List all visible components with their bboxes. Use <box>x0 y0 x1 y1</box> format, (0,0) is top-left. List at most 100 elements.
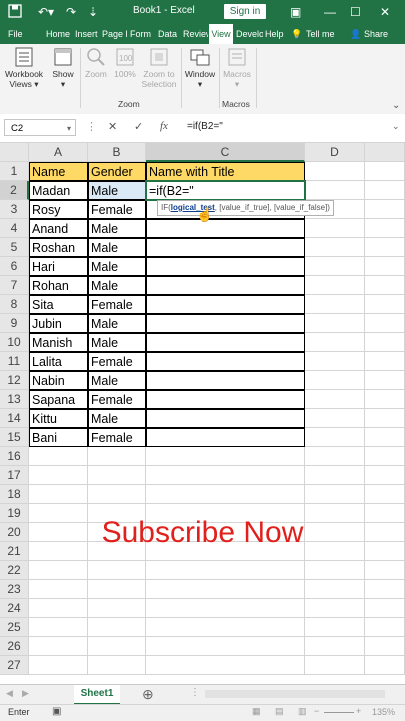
cell-c25[interactable] <box>146 618 305 637</box>
cell-d5[interactable] <box>305 238 365 257</box>
cell-a15[interactable]: Bani <box>29 428 88 447</box>
cell-d7[interactable] <box>305 276 365 295</box>
cell-b3[interactable]: Female <box>88 200 146 219</box>
share-button[interactable]: Share <box>364 24 396 44</box>
cell-e7[interactable] <box>365 276 405 295</box>
cell-c18[interactable] <box>146 485 305 504</box>
cell-a8[interactable]: Sita <box>29 295 88 314</box>
cell-d12[interactable] <box>305 371 365 390</box>
zoom-to-selection-button[interactable]: Zoom to Selection <box>139 46 179 89</box>
tab-developer[interactable]: Develo <box>236 24 263 44</box>
cell-b9[interactable]: Male <box>88 314 146 333</box>
cell-a16[interactable] <box>29 447 88 466</box>
row-header[interactable]: 5 <box>0 238 29 257</box>
row-header[interactable]: 6 <box>0 257 29 276</box>
active-cell-c2[interactable] <box>145 180 306 201</box>
normal-view-icon[interactable]: ▦ <box>252 706 261 717</box>
cell-a12[interactable]: Nabin <box>29 371 88 390</box>
cell-e23[interactable] <box>365 580 405 599</box>
window-button[interactable]: Window ▾ <box>183 46 217 90</box>
cell-e12[interactable] <box>365 371 405 390</box>
cell-d24[interactable] <box>305 599 365 618</box>
row-header[interactable]: 9 <box>0 314 29 333</box>
maximize-icon[interactable]: ☐ <box>350 4 361 20</box>
row-header[interactable]: 15 <box>0 428 29 447</box>
cell-e27[interactable] <box>365 656 405 675</box>
cell-a13[interactable]: Sapana <box>29 390 88 409</box>
zoom-100-button[interactable]: 100 100% <box>112 46 138 79</box>
cell-a25[interactable] <box>29 618 88 637</box>
cell-b14[interactable]: Male <box>88 409 146 428</box>
cell-a6[interactable]: Hari <box>29 257 88 276</box>
close-icon[interactable]: ✕ <box>380 4 390 20</box>
sheet-tab-sheet1[interactable]: Sheet1 <box>74 685 120 705</box>
cell-e22[interactable] <box>365 561 405 580</box>
cell-c11[interactable] <box>146 352 305 371</box>
cell-a10[interactable]: Manish <box>29 333 88 352</box>
macros-button[interactable]: Macros ▾ <box>221 46 253 90</box>
name-box-dropdown-icon[interactable]: ▾ <box>67 120 71 137</box>
header-cell-c[interactable]: Name with Title <box>146 162 305 181</box>
cell-e2[interactable] <box>365 181 405 200</box>
enter-icon[interactable]: ✓ <box>134 120 143 133</box>
cell-c5[interactable] <box>146 238 305 257</box>
cell-d13[interactable] <box>305 390 365 409</box>
tab-home[interactable]: Home <box>46 24 72 44</box>
cell-c23[interactable] <box>146 580 305 599</box>
cell-c7[interactable] <box>146 276 305 295</box>
cell-a9[interactable]: Jubin <box>29 314 88 333</box>
cell-c8[interactable] <box>146 295 305 314</box>
cell-a27[interactable] <box>29 656 88 675</box>
tab-formulas[interactable]: Form <box>130 24 154 44</box>
tab-insert[interactable]: Insert <box>75 24 100 44</box>
cell-c17[interactable] <box>146 466 305 485</box>
cell-b17[interactable] <box>88 466 146 485</box>
cell-b10[interactable]: Male <box>88 333 146 352</box>
row-header[interactable]: 27 <box>0 656 29 675</box>
row-header[interactable]: 25 <box>0 618 29 637</box>
zoom-slider[interactable] <box>324 712 354 713</box>
cell-b23[interactable] <box>88 580 146 599</box>
cell-e25[interactable] <box>365 618 405 637</box>
row-header[interactable]: 10 <box>0 333 29 352</box>
cell-d11[interactable] <box>305 352 365 371</box>
show-button[interactable]: Show ▾ <box>49 46 77 90</box>
cell-c13[interactable] <box>146 390 305 409</box>
row-header[interactable]: 4 <box>0 219 29 238</box>
add-sheet-icon[interactable]: ⊕ <box>142 686 154 703</box>
cell-b22[interactable] <box>88 561 146 580</box>
cell-d4[interactable] <box>305 219 365 238</box>
zoom-button[interactable]: Zoom <box>83 46 109 79</box>
row-header[interactable]: 26 <box>0 637 29 656</box>
cell-b8[interactable]: Female <box>88 295 146 314</box>
page-break-view-icon[interactable]: ▥ <box>298 706 307 717</box>
cell-a14[interactable]: Kittu <box>29 409 88 428</box>
cell-e3[interactable] <box>365 200 405 219</box>
cell-a11[interactable]: Lalita <box>29 352 88 371</box>
row-header[interactable]: 14 <box>0 409 29 428</box>
customize-qat-icon[interactable]: ⇣ <box>88 4 98 20</box>
row-header[interactable]: 17 <box>0 466 29 485</box>
cell-d9[interactable] <box>305 314 365 333</box>
cell-d27[interactable] <box>305 656 365 675</box>
row-header[interactable]: 13 <box>0 390 29 409</box>
prev-sheet-icon[interactable]: ◀ <box>6 688 13 699</box>
cell-a24[interactable] <box>29 599 88 618</box>
cell-e15[interactable] <box>365 428 405 447</box>
cell-d6[interactable] <box>305 257 365 276</box>
cell-a4[interactable]: Anand <box>29 219 88 238</box>
row-header[interactable]: 1 <box>0 162 29 181</box>
insert-function-icon[interactable]: fx <box>160 120 168 132</box>
cell-b5[interactable]: Male <box>88 238 146 257</box>
ribbon-display-icon[interactable]: ▣ <box>290 4 301 20</box>
cell-b12[interactable]: Male <box>88 371 146 390</box>
cell-e16[interactable] <box>365 447 405 466</box>
workbook-views-button[interactable]: Workbook Views ▾ <box>4 46 44 90</box>
cell-e26[interactable] <box>365 637 405 656</box>
cell-e11[interactable] <box>365 352 405 371</box>
cell-b6[interactable]: Male <box>88 257 146 276</box>
cell-c14[interactable] <box>146 409 305 428</box>
column-header-b[interactable]: B <box>88 143 146 162</box>
cell-b11[interactable]: Female <box>88 352 146 371</box>
cell-d1[interactable] <box>305 162 365 181</box>
